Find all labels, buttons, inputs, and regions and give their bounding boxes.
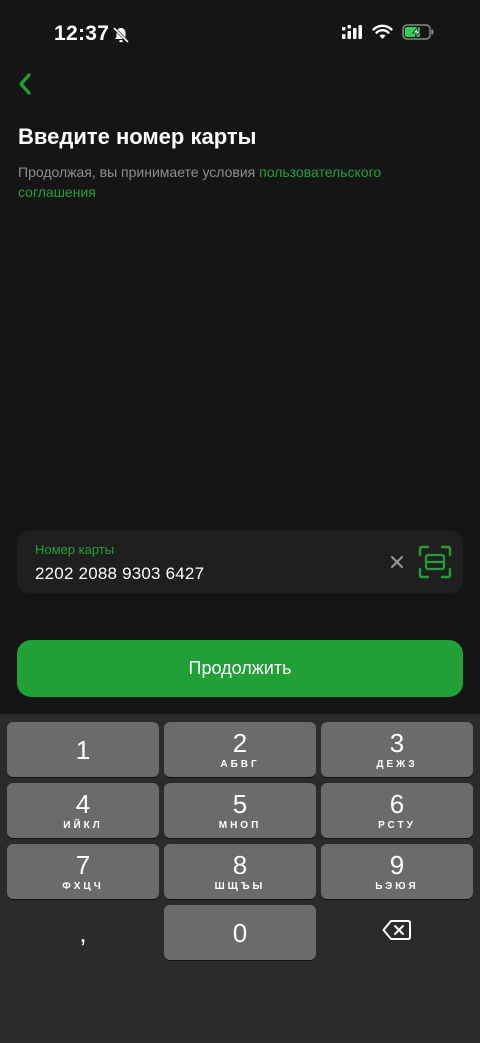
- status-bar: 12:37: [0, 0, 480, 70]
- page-title: Введите номер карты: [18, 124, 257, 149]
- cellular-signal-icon: [341, 24, 363, 45]
- card-number-field[interactable]: Номер карты 2202 2088 9303 6427: [17, 531, 463, 593]
- bell-muted-icon: [112, 26, 130, 49]
- key-letters: ФХЦЧ: [62, 880, 104, 892]
- continue-button[interactable]: Продолжить: [17, 640, 463, 697]
- card-entry-screen: 12:37 Введите номер карты Продолжая, вы …: [0, 0, 480, 1043]
- key-digit: 9: [389, 849, 405, 880]
- key-letters: МНОП: [218, 819, 262, 831]
- key-2[interactable]: 2 АБВГ: [164, 722, 316, 777]
- battery-charging-icon: [402, 24, 434, 45]
- key-4[interactable]: 4 ИЙКЛ: [7, 783, 159, 838]
- card-number-input[interactable]: 2202 2088 9303 6427: [35, 564, 204, 584]
- key-8[interactable]: 8 ШЩЪЫ: [164, 844, 316, 899]
- key-digit: 3: [389, 727, 405, 758]
- key-digit: 8: [232, 849, 248, 880]
- key-letters: ДЕЖЗ: [376, 758, 418, 770]
- key-digit: 1: [75, 734, 91, 765]
- key-digit: 5: [232, 788, 248, 819]
- card-number-label: Номер карты: [35, 542, 115, 557]
- key-digit: 0: [232, 917, 248, 948]
- key-digit: 4: [75, 788, 91, 819]
- key-3[interactable]: 3 ДЕЖЗ: [321, 722, 473, 777]
- key-digit: 6: [389, 788, 405, 819]
- backspace-icon: [382, 919, 412, 946]
- key-5[interactable]: 5 МНОП: [164, 783, 316, 838]
- back-button[interactable]: [10, 70, 40, 102]
- key-letters: ШЩЪЫ: [214, 880, 266, 892]
- key-letters: ЬЭЮЯ: [375, 880, 419, 892]
- key-digit: ,: [79, 917, 87, 948]
- key-0[interactable]: 0: [164, 905, 316, 960]
- key-1[interactable]: 1: [7, 722, 159, 777]
- wifi-icon: [372, 24, 393, 45]
- chevron-left-icon: [17, 72, 33, 101]
- key-digit: 7: [75, 849, 91, 880]
- key-letters: АБВГ: [220, 758, 260, 770]
- key-7[interactable]: 7 ФХЦЧ: [7, 844, 159, 899]
- numeric-keyboard: 1 2 АБВГ 3 ДЕЖЗ 4 ИЙКЛ 5 МНОП 6 РСТУ 7 Ф…: [0, 714, 480, 1043]
- key-letters: ИЙКЛ: [63, 819, 103, 831]
- key-comma[interactable]: ,: [7, 905, 159, 960]
- terms-text: Продолжая, вы принимаете условия пользов…: [18, 162, 438, 202]
- close-icon[interactable]: [387, 552, 407, 572]
- card-scan-icon[interactable]: [418, 545, 452, 579]
- key-6[interactable]: 6 РСТУ: [321, 783, 473, 838]
- status-indicators: [341, 24, 434, 45]
- key-9[interactable]: 9 ЬЭЮЯ: [321, 844, 473, 899]
- backspace-key[interactable]: [321, 905, 473, 960]
- status-time: 12:37: [54, 22, 110, 45]
- terms-prefix: Продолжая, вы принимаете условия: [18, 164, 260, 180]
- key-letters: РСТУ: [378, 819, 416, 831]
- key-digit: 2: [232, 727, 248, 758]
